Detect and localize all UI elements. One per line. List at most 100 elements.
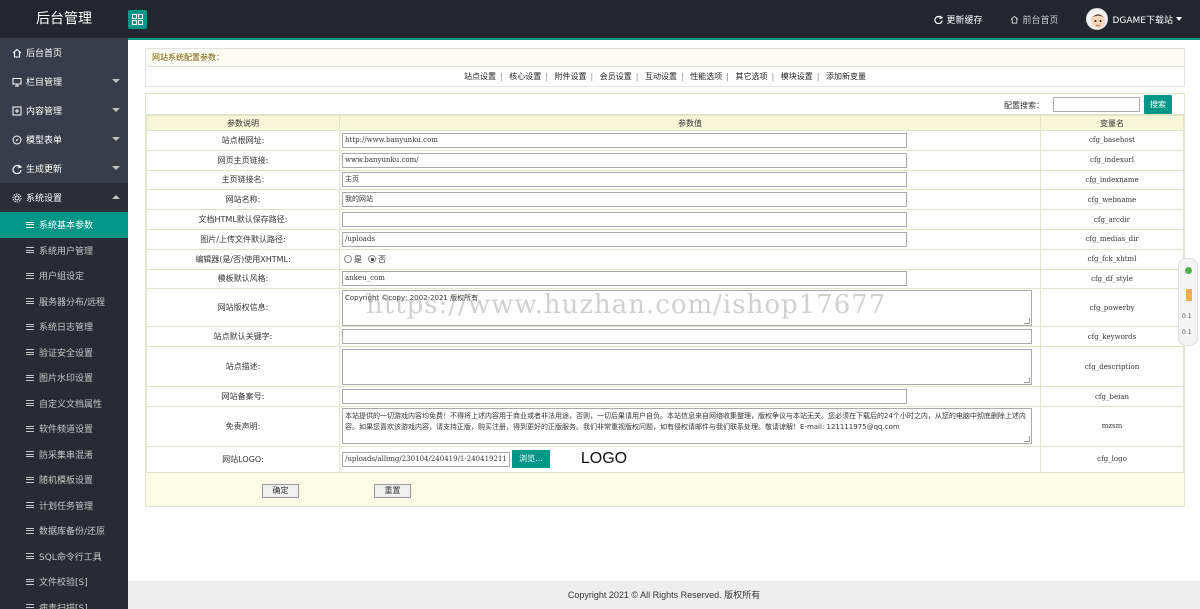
tab-add-variable[interactable]: 添加新变量: [826, 72, 866, 81]
radio-yes[interactable]: [344, 255, 352, 264]
chevron-up-icon: [112, 195, 120, 199]
table-row: 网页主页链接: www.banyunku.com/ cfg_indexurl: [146, 149, 1184, 171]
sidebar-subitem[interactable]: 病毒扫描[S]: [0, 595, 128, 609]
sidebar-subitem[interactable]: 随机模板设置: [0, 467, 128, 493]
brand-title: 后台管理: [36, 11, 92, 27]
radio-no[interactable]: [368, 255, 376, 264]
menu-icon: [26, 603, 34, 609]
sidebar-subitem[interactable]: 文件校验[S]: [0, 569, 128, 595]
sidebar-item-generate-update[interactable]: 生成更新: [0, 154, 128, 183]
tab-performance[interactable]: 性能选项: [690, 72, 722, 81]
sidebar-subitem[interactable]: 自定义文档属性: [0, 391, 128, 417]
logo-upload-row: /uploads/allimg/230104/240419/1-24041921…: [340, 449, 1040, 470]
menu-icon: [26, 577, 34, 586]
gear-icon: [12, 193, 22, 202]
tab-module[interactable]: 模块设置: [781, 72, 813, 81]
row-label: 站点默认关键字:: [146, 326, 340, 348]
sidebar-subitem[interactable]: 系统日志管理: [0, 314, 128, 340]
indexurl-input[interactable]: www.banyunku.com/: [342, 152, 907, 168]
tab-member[interactable]: 会员设置: [600, 72, 632, 81]
keywords-input[interactable]: [342, 329, 1032, 345]
indexname-input[interactable]: 主页: [342, 172, 907, 188]
sidebar-subitem[interactable]: 数据库备份/还原: [0, 518, 128, 544]
sidebar-item-model-forms[interactable]: 模型表单: [0, 125, 128, 154]
monitor-icon: [12, 77, 22, 86]
row-label: 免责声明:: [146, 405, 340, 447]
logo-path-input[interactable]: /uploads/allimg/230104/240419/1-24041921…: [342, 451, 510, 467]
resize-handle-icon[interactable]: [1024, 436, 1030, 443]
sidebar-subitem[interactable]: SQL命令行工具: [0, 544, 128, 570]
resize-handle-icon[interactable]: [1024, 317, 1030, 324]
front-home-link[interactable]: 前台首页: [1010, 13, 1058, 26]
menu-icon: [26, 373, 34, 382]
search-button[interactable]: 搜索: [1144, 95, 1172, 114]
row-var: cfg_description: [1040, 346, 1184, 388]
grid-toggle-icon[interactable]: [128, 10, 147, 29]
meter-icon: [1186, 289, 1192, 301]
resize-handle-icon[interactable]: [1024, 376, 1030, 383]
description-textarea[interactable]: [342, 348, 1032, 385]
config-search-input[interactable]: [1053, 97, 1140, 112]
row-label: 网站备案号:: [146, 386, 340, 407]
sidebar-subitem[interactable]: 系统用户管理: [0, 238, 128, 264]
side-float-widget[interactable]: 0.1 0.1: [1178, 258, 1198, 346]
row-var: cfg_arcdir: [1040, 209, 1184, 230]
sidebar-item-content[interactable]: 内容管理: [0, 96, 128, 125]
medias-dir-input[interactable]: /uploads: [342, 231, 907, 247]
sidebar-subitem[interactable]: 防采集串混淆: [0, 442, 128, 468]
menu-icon: [26, 322, 34, 331]
user-menu[interactable]: DGAME下载站: [1086, 8, 1182, 30]
row-label: 站点根网址:: [146, 130, 340, 151]
powerby-textarea[interactable]: Copyright ©copy; 2002-2021 版权所有: [342, 289, 1032, 326]
sidebar-subitem[interactable]: 验证安全设置: [0, 340, 128, 366]
content-icon: [12, 106, 22, 115]
refresh-icon: [12, 164, 22, 174]
table-row: 网站备案号: cfg_beian: [146, 386, 1184, 407]
status-dot-icon: [1185, 267, 1192, 274]
sidebar-item-home[interactable]: 后台首页: [0, 38, 128, 67]
row-var: cfg_basehost: [1040, 130, 1184, 151]
sidebar-subitem[interactable]: 软件频道设置: [0, 416, 128, 442]
sidebar-subitem[interactable]: 用户组设定: [0, 263, 128, 289]
df-style-input[interactable]: ankeu_com: [342, 271, 907, 287]
widget-value: 0.1: [1182, 329, 1192, 336]
table-row: 站点根网址: http://www.banyunku.com cfg_baseh…: [146, 130, 1184, 151]
chevron-down-icon: [112, 137, 120, 141]
basehost-input[interactable]: http://www.banyunku.com: [342, 132, 907, 148]
tab-attachment[interactable]: 附件设置: [555, 72, 587, 81]
tab-other[interactable]: 其它选项: [736, 72, 768, 81]
row-label: 网站名称:: [146, 189, 340, 211]
compass-icon: [12, 135, 22, 144]
menu-icon: [26, 450, 34, 459]
sidebar-item-columns[interactable]: 栏目管理: [0, 67, 128, 96]
table-row: 文档HTML默认保存路径: cfg_arcdir: [146, 209, 1184, 230]
confirm-button[interactable]: 确定: [262, 483, 299, 498]
reset-button[interactable]: 重置: [374, 483, 411, 498]
disclaimer-textarea[interactable]: 本站提供的一切游戏内容均免费！不得将上述内容用于商业或者非法用途，否则，一切后果…: [342, 408, 1032, 445]
refresh-cache-link[interactable]: 更新缓存: [934, 13, 982, 26]
sidebar-subitem[interactable]: 服务器分布/远程: [0, 289, 128, 315]
row-label: 模板默认风格:: [146, 268, 340, 290]
arcdir-input[interactable]: [342, 212, 907, 228]
system-settings-submenu: 系统基本参数 系统用户管理 用户组设定 服务器分布/远程 系统日志管理 验证安全…: [0, 212, 128, 609]
beian-input[interactable]: [342, 389, 907, 405]
sidebar-subitem[interactable]: 系统基本参数: [0, 212, 128, 238]
row-label: 网站LOGO:: [146, 445, 340, 473]
tab-site[interactable]: 站点设置: [464, 72, 496, 81]
user-name: DGAME下载站: [1112, 15, 1173, 26]
refresh-icon: [934, 14, 944, 24]
menu-icon: [26, 348, 34, 357]
table-row: 网站LOGO: /uploads/allimg/230104/240419/1-…: [146, 445, 1184, 473]
row-var: cfg_indexurl: [1040, 149, 1184, 171]
row-var: cfg_webname: [1040, 189, 1184, 211]
tab-core[interactable]: 核心设置: [509, 72, 541, 81]
menu-icon: [26, 271, 34, 280]
search-label: 配置搜索：: [1004, 101, 1044, 110]
sidebar-subitem[interactable]: 计划任务管理: [0, 493, 128, 519]
sidebar-subitem[interactable]: 图片水印设置: [0, 365, 128, 391]
column-header: 变量名: [1040, 115, 1184, 131]
sidebar-item-system-settings[interactable]: 系统设置: [0, 183, 128, 212]
tab-interaction[interactable]: 互动设置: [645, 72, 677, 81]
browse-button[interactable]: 浏览...: [512, 450, 550, 469]
webname-input[interactable]: 我的网站: [342, 192, 907, 208]
